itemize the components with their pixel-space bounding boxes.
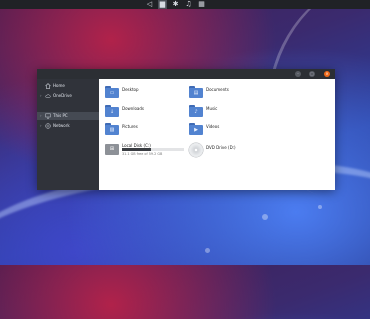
folder-desktop[interactable]: ▭ Desktop xyxy=(105,85,175,99)
folder-label: Documents xyxy=(206,87,229,92)
top-taskbar: ◁ ▆ ✱ ♫ ▦ xyxy=(0,0,370,9)
gear-icon[interactable]: ✱ xyxy=(171,0,180,9)
downloads-folder-icon: ↓ xyxy=(105,105,119,117)
navigation-pane: Home › OneDrive › This PC › Network xyxy=(37,79,99,190)
folder-documents[interactable]: ▤ Documents xyxy=(189,85,259,99)
sidebar-item-home[interactable]: Home xyxy=(37,82,99,90)
maximize-button[interactable]: □ xyxy=(309,71,315,77)
back-icon[interactable]: ◁ xyxy=(145,0,154,9)
cloud-icon xyxy=(45,94,51,98)
calculator-icon[interactable]: ▦ xyxy=(197,0,206,9)
disk-usage-bar xyxy=(122,148,184,151)
wallpaper-bokeh xyxy=(318,205,322,209)
disk-usage-fill xyxy=(122,148,152,151)
folder-label: Videos xyxy=(206,124,220,129)
drive-dvd-d[interactable]: DVD Drive (D:) xyxy=(189,143,259,157)
home-icon xyxy=(45,83,51,89)
folder-label: Pictures xyxy=(122,124,138,129)
desktop-folder-icon: ▭ xyxy=(105,86,119,98)
drive-label: DVD Drive (D:) xyxy=(206,145,236,150)
title-bar[interactable]: – □ × xyxy=(37,69,335,79)
music-folder-icon: ♪ xyxy=(189,105,203,117)
computer-icon xyxy=(45,113,51,119)
folder-label: Downloads xyxy=(122,106,144,111)
folder-pictures[interactable]: ▨ Pictures xyxy=(105,122,175,136)
sidebar-item-label: This PC xyxy=(53,113,68,118)
wallpaper-bokeh xyxy=(262,214,268,220)
minimize-button[interactable]: – xyxy=(295,71,301,77)
sidebar-item-label: Network xyxy=(53,123,70,128)
videos-folder-icon: ▶ xyxy=(189,123,203,135)
sidebar-item-onedrive[interactable]: › OneDrive xyxy=(37,92,99,100)
file-explorer-window: – □ × Home › OneDrive › This PC › Networ… xyxy=(37,69,335,190)
sidebar-item-this-pc[interactable]: › This PC xyxy=(37,112,99,120)
folder-label: Music xyxy=(206,106,218,111)
folder-downloads[interactable]: ↓ Downloads xyxy=(105,104,175,118)
sidebar-item-label: OneDrive xyxy=(53,93,72,98)
music-icon[interactable]: ♫ xyxy=(184,0,193,9)
chevron-right-icon[interactable]: › xyxy=(40,112,42,120)
drive-local-disk-c[interactable]: ⊞ Local Disk (C:) 31.1 GB free of 59.2 G… xyxy=(105,143,187,157)
sidebar-item-label: Home xyxy=(53,83,65,88)
folder-videos[interactable]: ▶ Videos xyxy=(189,122,259,136)
content-pane: ▭ Desktop ▤ Documents ↓ Downloads ♪ Musi… xyxy=(99,79,335,190)
windows-drive-icon: ⊞ xyxy=(105,144,119,155)
chevron-right-icon[interactable]: › xyxy=(40,122,42,130)
folder-music[interactable]: ♪ Music xyxy=(189,104,259,118)
wallpaper-bokeh xyxy=(205,248,210,253)
folder-icon[interactable]: ▆ xyxy=(158,0,167,9)
close-button[interactable]: × xyxy=(324,71,330,77)
folder-label: Desktop xyxy=(122,87,139,92)
drive-free-space: 31.1 GB free of 59.2 GB xyxy=(122,152,163,156)
network-icon xyxy=(45,123,51,129)
chevron-right-icon[interactable]: › xyxy=(40,92,42,100)
sidebar-item-network[interactable]: › Network xyxy=(37,122,99,130)
dvd-drive-icon xyxy=(189,143,203,157)
pictures-folder-icon: ▨ xyxy=(105,123,119,135)
documents-folder-icon: ▤ xyxy=(189,86,203,98)
